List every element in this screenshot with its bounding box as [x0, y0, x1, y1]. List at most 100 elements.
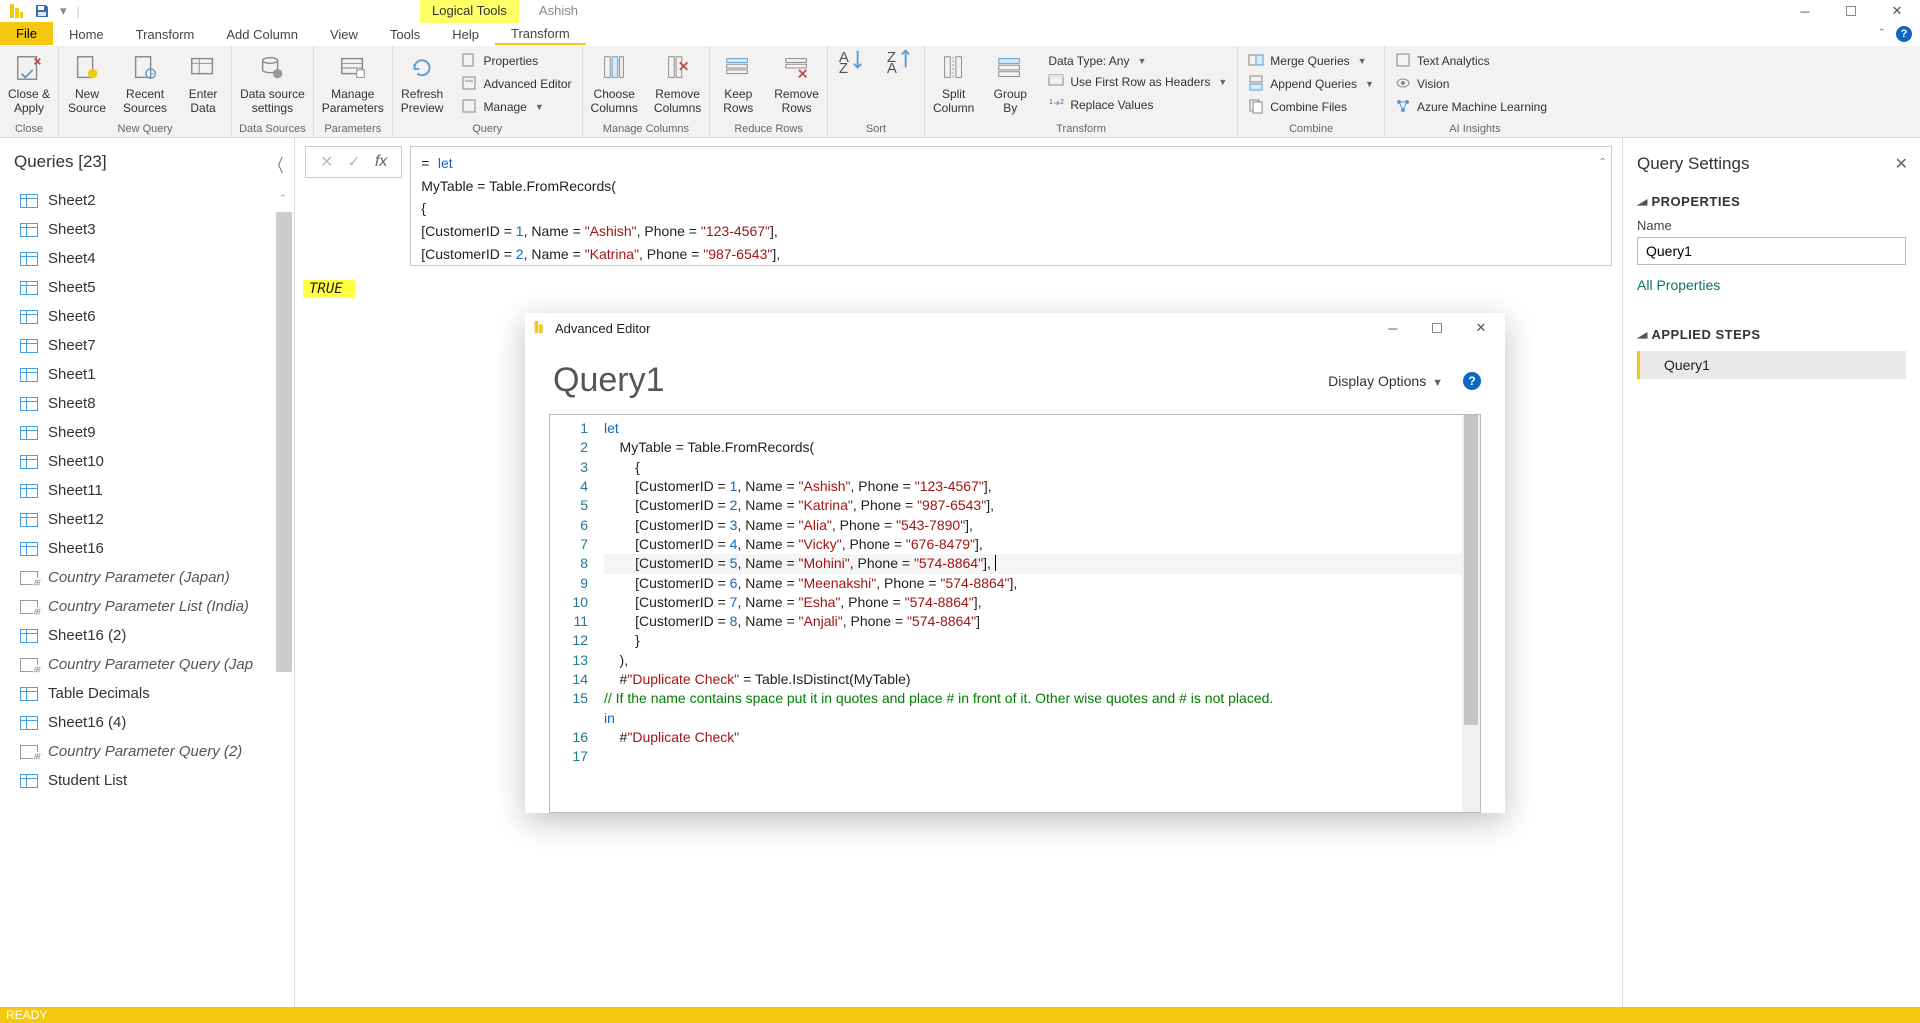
accept-formula-icon[interactable]: ✓: [347, 152, 360, 172]
combine-files-button[interactable]: Combine Files: [1248, 98, 1374, 117]
sort-desc-button[interactable]: ZA: [876, 46, 924, 122]
tab-transform[interactable]: Transform: [120, 22, 211, 45]
table-icon: [20, 281, 38, 295]
formula-bar[interactable]: = let MyTable = Table.FromRecords( { [Cu…: [410, 146, 1612, 266]
manage-parameters-button[interactable]: Manage Parameters: [314, 46, 392, 122]
query-item[interactable]: Country Parameter List (India): [14, 592, 290, 621]
text-analytics-button[interactable]: Text Analytics: [1395, 52, 1555, 71]
file-tab[interactable]: File: [0, 22, 53, 45]
append-queries-button[interactable]: Append Queries▼: [1248, 75, 1374, 94]
adv-maximize-button[interactable]: [1419, 314, 1455, 342]
close-window-button[interactable]: ✕: [1874, 0, 1920, 22]
merge-queries-button[interactable]: Merge Queries▼: [1248, 52, 1374, 71]
table-icon: [20, 194, 38, 208]
contextual-tab-logical-tools[interactable]: Logical Tools: [420, 0, 519, 23]
query-item[interactable]: Country Parameter Query (2): [14, 737, 290, 766]
help-icon[interactable]: ?: [1896, 26, 1912, 42]
query-item-label: Sheet2: [48, 192, 96, 209]
query-item[interactable]: Country Parameter Query (Jap: [14, 650, 290, 679]
tab-transform-context[interactable]: Transform: [495, 22, 586, 45]
qat-dropdown-icon[interactable]: ▾: [60, 3, 67, 19]
minimize-button[interactable]: ─: [1782, 0, 1828, 22]
collapse-ribbon-icon[interactable]: ˆ: [1880, 26, 1884, 41]
query-item[interactable]: Sheet16: [14, 534, 290, 563]
group-by-button[interactable]: Group By: [982, 46, 1038, 122]
keep-rows-button[interactable]: Keep Rows: [710, 46, 766, 122]
vision-button[interactable]: Vision: [1395, 75, 1555, 94]
query-item[interactable]: Sheet12: [14, 505, 290, 534]
advanced-editor-button[interactable]: Advanced Editor: [461, 75, 571, 94]
properties-button[interactable]: Properties: [461, 52, 571, 71]
query-item-label: Country Parameter List (India): [48, 598, 249, 615]
query-name-input[interactable]: [1637, 237, 1906, 265]
data-type-button[interactable]: Data Type: Any▼: [1048, 54, 1227, 68]
replace-values-button[interactable]: 12Replace Values: [1048, 95, 1227, 114]
query-item[interactable]: Student List: [14, 766, 290, 795]
properties-section[interactable]: ◢PROPERTIES: [1637, 188, 1906, 210]
query-item[interactable]: Sheet11: [14, 476, 290, 505]
enter-data-button[interactable]: Enter Data: [175, 46, 231, 122]
center-pane: ✕ ✓ fx = let MyTable = Table.FromRecords…: [295, 138, 1622, 1007]
query-item[interactable]: Sheet9: [14, 418, 290, 447]
display-options-button[interactable]: Display Options ▼: [1328, 373, 1443, 389]
expand-formula-icon[interactable]: ˆ: [1600, 153, 1605, 175]
save-icon[interactable]: [34, 3, 50, 19]
query-item[interactable]: Sheet16 (2): [14, 621, 290, 650]
choose-columns-button[interactable]: Choose Columns: [583, 46, 646, 122]
query-settings-header: Query Settings: [1637, 146, 1906, 188]
cancel-formula-icon[interactable]: ✕: [320, 152, 333, 172]
tab-help[interactable]: Help: [436, 22, 495, 45]
fx-icon[interactable]: fx: [375, 153, 387, 171]
data-source-settings-button[interactable]: Data source settings: [232, 46, 313, 122]
query-item[interactable]: Sheet8: [14, 389, 290, 418]
query-item[interactable]: Sheet16 (4): [14, 708, 290, 737]
query-item[interactable]: Sheet4: [14, 244, 290, 273]
query-item[interactable]: Sheet5: [14, 273, 290, 302]
azure-ml-button[interactable]: Azure Machine Learning: [1395, 98, 1555, 117]
code-content[interactable]: let MyTable = Table.FromRecords( { [Cust…: [598, 415, 1480, 812]
query-item[interactable]: Sheet7: [14, 331, 290, 360]
manage-button[interactable]: Manage▼: [461, 98, 571, 117]
query-item[interactable]: Sheet2: [14, 186, 290, 215]
tab-add-column[interactable]: Add Column: [210, 22, 314, 45]
contextual-tab-author: Ashish: [527, 0, 590, 23]
adv-minimize-button[interactable]: ─: [1375, 314, 1411, 342]
query-item[interactable]: Sheet1: [14, 360, 290, 389]
applied-steps-section[interactable]: ◢APPLIED STEPS: [1637, 321, 1906, 343]
editor-scrollbar[interactable]: [1462, 415, 1480, 812]
new-source-button[interactable]: New Source: [59, 46, 115, 122]
sort-asc-button[interactable]: AZ: [828, 46, 876, 122]
close-apply-button[interactable]: Close & Apply: [0, 46, 58, 122]
scrollbar-thumb[interactable]: [276, 212, 292, 672]
parameter-icon: [20, 571, 38, 585]
query-item[interactable]: Table Decimals: [14, 679, 290, 708]
code-editor[interactable]: 1234567891011121314151617 let MyTable = …: [549, 414, 1481, 813]
query-item[interactable]: Sheet6: [14, 302, 290, 331]
split-column-button[interactable]: Split Column: [925, 46, 982, 122]
query-item-label: Sheet5: [48, 279, 96, 296]
recent-sources-button[interactable]: Recent Sources: [115, 46, 175, 122]
remove-columns-button[interactable]: Remove Columns: [646, 46, 709, 122]
query-item[interactable]: Sheet10: [14, 447, 290, 476]
title-bar: ▾ | Logical Tools Ashish ─ ✕: [0, 0, 1920, 22]
formula-toolbar: ✕ ✓ fx: [305, 146, 402, 178]
adv-close-button[interactable]: ✕: [1463, 314, 1499, 342]
advanced-editor-window: Advanced Editor ─ ✕ Query1 Display Optio…: [525, 313, 1505, 813]
refresh-preview-button[interactable]: Refresh Preview: [393, 46, 452, 122]
applied-step-item[interactable]: Query1: [1637, 351, 1906, 379]
tab-tools[interactable]: Tools: [374, 22, 436, 45]
collapse-queries-icon[interactable]: 〈: [271, 152, 284, 178]
all-properties-link[interactable]: All Properties: [1637, 277, 1906, 293]
tab-home[interactable]: Home: [53, 22, 120, 45]
tab-view[interactable]: View: [314, 22, 374, 45]
first-row-headers-button[interactable]: Use First Row as Headers▼: [1048, 72, 1227, 91]
query-item[interactable]: Sheet3: [14, 215, 290, 244]
scroll-up-icon[interactable]: ˆ: [274, 192, 292, 210]
close-settings-icon[interactable]: ✕: [1895, 154, 1908, 174]
query-settings-panel: Query Settings ✕ ◢PROPERTIES Name All Pr…: [1622, 138, 1920, 1007]
table-icon: [20, 484, 38, 498]
adv-help-icon[interactable]: ?: [1463, 372, 1481, 390]
query-item[interactable]: Country Parameter (Japan): [14, 563, 290, 592]
remove-rows-button[interactable]: Remove Rows: [766, 46, 827, 122]
maximize-button[interactable]: [1828, 0, 1874, 22]
